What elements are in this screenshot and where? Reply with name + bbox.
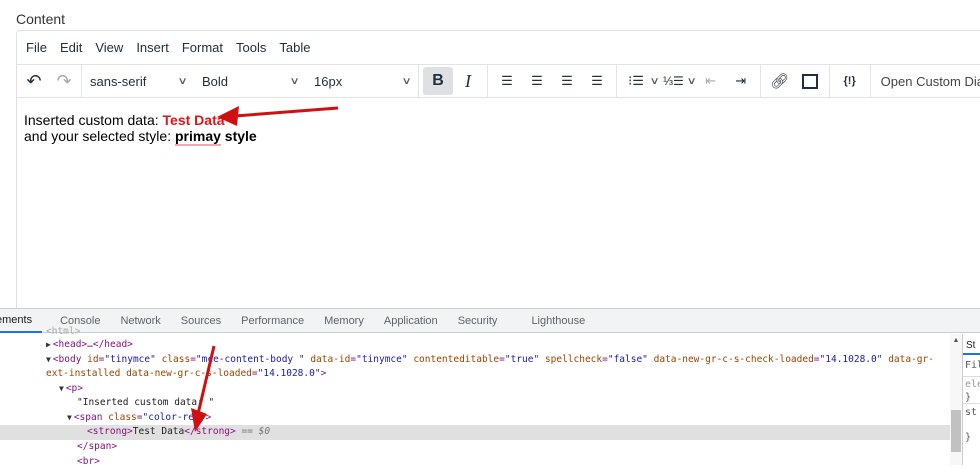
indent-button[interactable]: ⇥ <box>726 67 756 95</box>
menu-format[interactable]: Format <box>182 40 223 55</box>
style-rule: st <box>965 407 978 418</box>
dom-node-body[interactable]: ▼ <body id="tinymce" class="mce-content-b… <box>46 353 934 368</box>
scrollbar-thumb[interactable] <box>951 410 961 452</box>
align-right-button[interactable]: ☰ <box>552 67 582 95</box>
font-family-select[interactable]: sans-serif ∨ <box>82 74 194 89</box>
font-weight-select[interactable]: Bold ∨ <box>194 74 306 89</box>
redo-button[interactable]: ↷ <box>49 67 79 95</box>
dom-node-head[interactable]: ▶ <head>…</head> <box>46 338 133 353</box>
font-size-select[interactable]: 16px ∨ <box>306 74 418 89</box>
bullet-list-icon: ⁝☰ <box>628 73 644 88</box>
chevron-down-icon[interactable]: ∨ <box>650 76 660 87</box>
bold-button[interactable]: B <box>423 67 453 95</box>
open-custom-dialog-button[interactable]: Open Custom Dia <box>871 74 980 89</box>
dom-node-br[interactable]: <br> <box>77 455 100 470</box>
outdent-icon: ⇤ <box>705 73 717 88</box>
numbered-list-icon: ⅓☰ <box>662 74 684 88</box>
numbered-list-button[interactable]: ⅓☰ <box>658 67 688 95</box>
tab-security[interactable]: Security <box>448 315 508 327</box>
link-icon: 🔗︎ <box>770 73 790 90</box>
tab-elements[interactable]: ements <box>0 309 43 333</box>
menu-file[interactable]: File <box>26 40 47 55</box>
indent-icon: ⇥ <box>735 73 747 88</box>
text: and your selected style: <box>24 128 175 144</box>
dom-node-p[interactable]: ▼ <p> <box>59 382 83 397</box>
align-right-icon: ☰ <box>561 73 573 88</box>
bold-icon: B <box>432 72 444 89</box>
bullet-list-button[interactable]: ⁝☰ <box>621 67 651 95</box>
align-left-icon: ☰ <box>501 73 513 88</box>
tab-performance[interactable]: Performance <box>231 315 314 327</box>
collapse-icon[interactable]: ▼ <box>46 355 51 364</box>
menu-view[interactable]: View <box>95 40 123 55</box>
annotation-arrow <box>191 345 216 432</box>
chevron-down-icon: ∨ <box>289 75 300 87</box>
menu-edit[interactable]: Edit <box>60 40 82 55</box>
tab-application[interactable]: Application <box>374 315 448 327</box>
editor-content[interactable]: Inserted custom data: Test Data and your… <box>17 98 980 158</box>
menubar: File Edit View Insert Format Tools Table <box>17 31 980 64</box>
styles-pane: St Fil ele } st } <box>962 334 980 465</box>
style-rule: ele <box>965 379 980 390</box>
text: Inserted custom data: <box>24 112 163 128</box>
font-family-value: sans-serif <box>90 73 147 89</box>
code-sample-button[interactable]: {ǃ} <box>835 67 865 95</box>
italic-icon: I <box>465 70 471 91</box>
annotation-arrow <box>217 106 339 126</box>
italic-button[interactable]: I <box>453 67 483 95</box>
outdent-button[interactable]: ⇤ <box>696 67 726 95</box>
field-label: Content <box>16 11 66 27</box>
align-center-button[interactable]: ☰ <box>522 67 552 95</box>
chevron-down-icon: ∨ <box>177 75 188 87</box>
menu-insert[interactable]: Insert <box>136 40 169 55</box>
devtools-panel: ements Console Network Sources Performan… <box>0 308 980 467</box>
link-button[interactable]: 🔗︎ <box>765 67 795 95</box>
filter-input[interactable]: Fil <box>963 355 980 377</box>
undo-button[interactable]: ↶ <box>19 67 49 95</box>
collapse-icon[interactable]: ▼ <box>67 413 72 422</box>
style-text: style <box>220 128 257 144</box>
braces-icon: {ǃ} <box>843 75 856 87</box>
font-size-value: 16px <box>314 73 343 89</box>
tab-network[interactable]: Network <box>110 315 170 327</box>
image-icon <box>801 73 818 89</box>
justify-icon: ☰ <box>591 73 603 88</box>
align-center-icon: ☰ <box>531 73 543 88</box>
devtools-tabs: ements Console Network Sources Performan… <box>0 309 980 333</box>
chevron-down-icon: ∨ <box>401 75 412 87</box>
tab-styles[interactable]: St <box>963 334 980 355</box>
collapse-icon[interactable]: ▼ <box>59 384 64 393</box>
menu-tools[interactable]: Tools <box>236 40 266 55</box>
tab-memory[interactable]: Memory <box>314 315 374 327</box>
rich-text-editor: File Edit View Insert Format Tools Table… <box>16 30 980 310</box>
style-rule-end: } <box>965 432 972 443</box>
align-left-button[interactable]: ☰ <box>492 67 522 95</box>
tab-sources[interactable]: Sources <box>171 315 231 327</box>
chevron-down-icon[interactable]: ∨ <box>687 76 697 87</box>
redo-icon: ↷ <box>56 70 72 91</box>
dom-node-span-close[interactable]: </span> <box>77 440 117 455</box>
font-weight-value: Bold <box>202 73 229 89</box>
toolbar: ↶ ↷ sans-serif ∨ Bold ∨ 16px ∨ B I ☰ ☰ ☰ ☰ … <box>17 64 980 98</box>
justify-button[interactable]: ☰ <box>582 67 612 95</box>
content-line-1: Inserted custom data: Test Data <box>24 112 980 128</box>
tab-lighthouse[interactable]: Lighthouse <box>521 315 595 327</box>
undo-icon: ↶ <box>26 70 42 91</box>
misspelled-word: primay <box>174 128 221 146</box>
scroll-up-icon[interactable]: ▲ <box>950 337 962 344</box>
menu-table[interactable]: Table <box>279 40 310 55</box>
dom-node-strong-selected[interactable]: <strong>Test Data</strong> == $0 <box>0 425 950 440</box>
style-rule-end: } <box>963 392 980 404</box>
content-line-2: and your selected style: primay style <box>24 128 980 146</box>
image-button[interactable] <box>795 67 825 95</box>
expand-icon[interactable]: ▶ <box>46 340 51 349</box>
